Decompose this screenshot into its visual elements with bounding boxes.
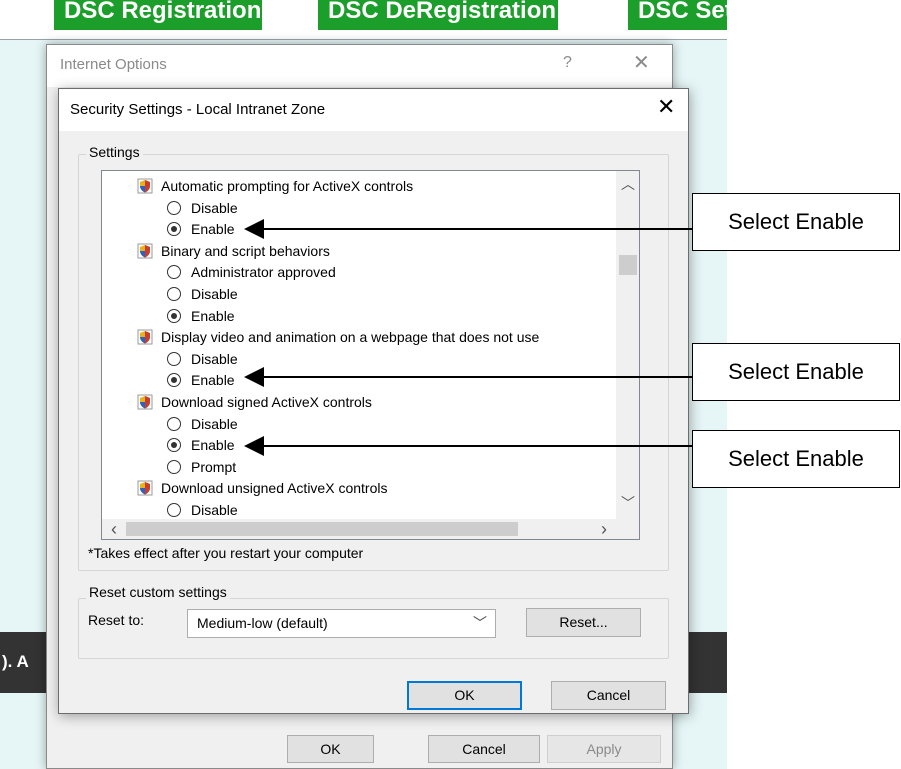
settings-shield-icon	[137, 243, 153, 259]
radio-button[interactable]	[167, 287, 181, 301]
chevron-down-icon: ﹀	[473, 615, 487, 631]
settings-option-label: Disable	[191, 286, 238, 302]
settings-option[interactable]: Disable	[167, 197, 238, 219]
settings-option[interactable]: Enable	[167, 218, 235, 240]
reset-level-dropdown[interactable]: Medium-low (default) ﹀	[187, 609, 496, 638]
settings-category-label: Automatic prompting for ActiveX controls	[161, 178, 414, 194]
settings-category-label: Binary and script behaviors	[161, 242, 330, 259]
restart-note: *Takes effect after you restart your com…	[88, 545, 364, 561]
settings-option-label: Disable	[191, 502, 238, 518]
scroll-left-icon[interactable]: ‹	[102, 519, 126, 539]
settings-option-label: Enable	[191, 372, 235, 389]
settings-option-label: Disable	[191, 350, 238, 367]
settings-option-label: Enable	[191, 307, 235, 324]
radio-button[interactable]	[167, 265, 181, 280]
callout-select-enable-1: Select Enable	[692, 193, 900, 251]
internet-options-close-icon[interactable]: ✕	[633, 53, 650, 73]
web-dark-banner-text: ). A	[2, 652, 29, 671]
radio-button[interactable]	[167, 200, 181, 215]
settings-category[interactable]: Download unsigned ActiveX controls	[137, 477, 387, 499]
settings-option[interactable]: Disable	[167, 283, 238, 305]
help-icon[interactable]: ?	[563, 54, 572, 72]
scroll-down-icon[interactable]: ﹀	[616, 493, 639, 513]
settings-option-label: Prompt	[191, 458, 237, 475]
reset-group-label: Reset custom settings	[86, 584, 230, 600]
settings-option[interactable]: Disable	[167, 413, 238, 435]
settings-shield-icon	[137, 394, 153, 410]
ok-button[interactable]: OK	[407, 681, 522, 710]
internet-options-titlebar: Internet Options ? ✕	[47, 45, 672, 87]
settings-category[interactable]: Display video and animation on a webpage…	[137, 326, 539, 348]
settings-option-label: Disable	[191, 199, 238, 216]
settings-option-label: Administrator approved	[191, 264, 336, 281]
internet-options-cancel-button[interactable]: Cancel	[428, 735, 540, 763]
security-settings-close-icon[interactable]: ✕	[657, 96, 675, 118]
callout-select-enable-2: Select Enable	[692, 343, 900, 401]
settings-option-label: Disable	[191, 415, 238, 432]
callout-select-enable-3: Select Enable	[692, 430, 900, 488]
settings-category-label: Download unsigned ActiveX controls	[161, 480, 388, 497]
horizontal-scrollbar[interactable]: ‹ ›	[102, 519, 616, 539]
settings-category-label: Download signed ActiveX controls	[161, 394, 372, 410]
security-settings-titlebar: Security Settings - Local Intranet Zone …	[59, 89, 688, 131]
internet-options-apply-button[interactable]: Apply	[547, 735, 661, 763]
reset-button[interactable]: Reset...	[526, 608, 641, 637]
security-settings-title: Security Settings - Local Intranet Zone	[70, 101, 326, 118]
radio-button[interactable]	[167, 459, 181, 474]
radio-button-checked[interactable]	[167, 373, 181, 388]
radio-button[interactable]	[167, 503, 181, 517]
settings-category[interactable]: Download signed ActiveX controls	[137, 391, 372, 413]
settings-shield-icon	[137, 178, 153, 194]
vertical-scrollbar[interactable]: ︿ ﹀	[616, 171, 639, 519]
settings-option[interactable]: Enable	[167, 434, 235, 456]
horizontal-scroll-thumb[interactable]	[126, 522, 518, 536]
dsc-deregistration-button[interactable]: DSC DeRegistration	[318, 0, 558, 30]
radio-button-checked[interactable]	[167, 438, 181, 453]
radio-button[interactable]	[167, 351, 181, 366]
settings-category[interactable]: Automatic prompting for ActiveX controls	[137, 175, 413, 197]
reset-to-label: Reset to:	[88, 612, 145, 628]
settings-tree-viewport: Automatic prompting for ActiveX controls…	[102, 171, 616, 519]
reset-level-value: Medium-low (default)	[197, 615, 328, 631]
internet-options-title: Internet Options	[60, 56, 167, 73]
settings-tree-list[interactable]: Automatic prompting for ActiveX controls…	[101, 170, 640, 540]
radio-button-checked[interactable]	[167, 308, 181, 323]
settings-category-label: Display video and animation on a webpage…	[161, 329, 540, 346]
screenshot-root: DSC Registration DSC DeRegistration DSC …	[0, 0, 901, 769]
web-top-nav: DSC Registration DSC DeRegistration DSC …	[0, 0, 727, 40]
settings-shield-icon	[137, 480, 153, 496]
settings-option[interactable]: Prompt	[167, 456, 236, 478]
settings-option-label: Enable	[191, 437, 235, 454]
settings-shield-icon	[137, 329, 153, 345]
settings-option[interactable]: Disable	[167, 499, 238, 519]
settings-option[interactable]: Enable	[167, 305, 235, 327]
settings-option[interactable]: Administrator approved	[167, 261, 336, 283]
scroll-right-icon[interactable]: ›	[592, 519, 616, 539]
scrollbar-corner	[616, 519, 639, 539]
dsc-setting-button[interactable]: DSC Set	[628, 0, 727, 30]
settings-option[interactable]: Enable	[167, 369, 235, 391]
vertical-scroll-thumb[interactable]	[619, 255, 637, 275]
radio-button[interactable]	[167, 416, 181, 431]
security-settings-dialog: Security Settings - Local Intranet Zone …	[58, 88, 689, 714]
cancel-button[interactable]: Cancel	[551, 681, 666, 710]
radio-button-checked[interactable]	[167, 222, 181, 237]
settings-option[interactable]: Disable	[167, 348, 238, 370]
settings-group-label: Settings	[86, 144, 143, 160]
settings-category[interactable]: Binary and script behaviors	[137, 240, 330, 262]
scroll-up-icon[interactable]: ︿	[616, 174, 639, 194]
internet-options-ok-button[interactable]: OK	[287, 735, 374, 763]
settings-option-label: Enable	[191, 221, 235, 238]
dsc-registration-button[interactable]: DSC Registration	[54, 0, 262, 30]
